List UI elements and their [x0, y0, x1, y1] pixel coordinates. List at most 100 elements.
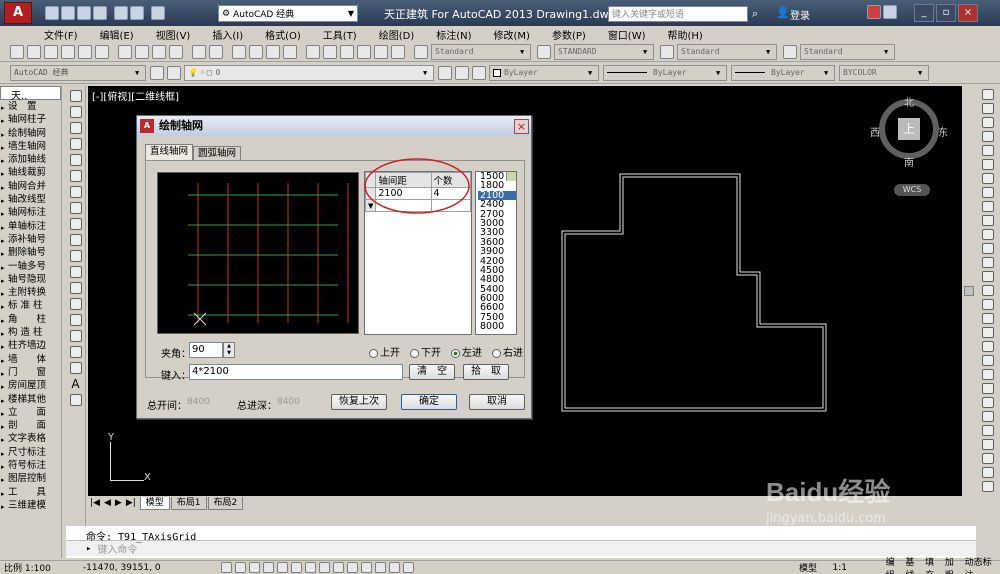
osnap-midpoint-icon[interactable] [982, 355, 994, 366]
rotate-icon[interactable] [982, 173, 994, 184]
polygon-icon[interactable] [69, 138, 82, 150]
osnap-endpoint-icon[interactable] [982, 341, 994, 352]
coordinates-readout[interactable]: -11470, 39151, 0 [73, 563, 221, 573]
login-link[interactable]: 登录 [790, 7, 810, 22]
offset-icon[interactable] [982, 131, 994, 142]
screen-menu-item[interactable]: ▸ 轴网标注 [0, 206, 61, 219]
explode-icon[interactable] [982, 327, 994, 338]
workspace-select[interactable]: AutoCAD 经典 ▼ [10, 64, 146, 81]
pick-button[interactable]: 拾 取 [463, 364, 509, 380]
make-current-icon[interactable] [438, 65, 452, 80]
open-icon[interactable] [27, 44, 41, 59]
menu-edit[interactable]: 编辑(E) [100, 27, 134, 42]
dialog-title[interactable]: 绘制轴网 [137, 116, 531, 136]
screen-menu-item[interactable]: ▸ 图层控制 [0, 472, 61, 485]
status-group[interactable]: 编组 [886, 555, 904, 574]
construction-line-icon[interactable] [69, 106, 82, 118]
screen-menu-item[interactable]: ▸ 轴号隐现 [0, 273, 61, 286]
region-icon[interactable] [69, 346, 82, 358]
screen-menu-item[interactable]: ▸ 楼梯其他 [0, 393, 61, 406]
gear-icon[interactable] [150, 65, 164, 80]
add-selected-icon[interactable] [69, 394, 82, 406]
zoom-previous-icon[interactable] [283, 44, 297, 59]
menu-parametric[interactable]: 参数(P) [552, 27, 586, 42]
radio-upper-open[interactable]: 上开 [369, 344, 400, 359]
command-prompt-icon[interactable]: ▸ [86, 544, 91, 554]
layer-select[interactable]: 💡 ☼ □ 0 ▼ [184, 64, 434, 81]
new-file-icon[interactable] [45, 6, 59, 20]
osnap-settings-icon[interactable] [982, 481, 994, 492]
tab-nav-prev-icon[interactable]: ◀ [104, 498, 111, 508]
menu-modify[interactable]: 修改(M) [494, 27, 530, 42]
compass-north[interactable]: 北 [904, 94, 914, 109]
mleader-style-icon[interactable] [783, 44, 797, 59]
move-icon[interactable] [982, 159, 994, 170]
screen-menu-item[interactable]: ▸ 构 造 柱 [0, 326, 61, 339]
table-style-icon[interactable] [660, 44, 674, 59]
trim-icon[interactable] [982, 215, 994, 226]
zoom-window-icon[interactable] [266, 44, 280, 59]
screen-menu-item[interactable]: ▸ 剖 面 [0, 419, 61, 432]
match-properties-icon[interactable] [169, 44, 183, 59]
hatch-icon[interactable] [69, 314, 82, 326]
angle-input[interactable]: 90 [189, 342, 223, 358]
tab-nav-first-icon[interactable]: |◀ [90, 498, 100, 508]
gradient-icon[interactable] [69, 330, 82, 342]
osnap-nearest-icon[interactable] [982, 453, 994, 464]
redo-icon[interactable] [209, 44, 223, 59]
status-dynamic-dim[interactable]: 动态标注 [965, 555, 1000, 574]
angle-stepper[interactable]: ▲ ▼ [223, 342, 235, 358]
screen-menu-item[interactable]: ▸ 轴改线型 [0, 193, 61, 206]
model-toggle[interactable]: 模型 [799, 561, 832, 574]
copy-object-icon[interactable] [982, 103, 994, 114]
mleader-style-select[interactable]: Standard ▼ [800, 43, 895, 60]
tab-layout2[interactable]: 布局2 [207, 496, 244, 510]
screen-menu-item[interactable]: ▸ 文字表格 [0, 432, 61, 445]
text-style-icon[interactable] [414, 44, 428, 59]
menu-tools[interactable]: 工具(T) [323, 27, 357, 42]
search-input[interactable]: 键入关键字或短语 [608, 6, 748, 22]
menu-window[interactable]: 窗口(W) [608, 27, 646, 42]
line-icon[interactable] [69, 90, 82, 102]
restore-last-button[interactable]: 恢复上次 [331, 394, 387, 410]
osnap-perpendicular-icon[interactable] [982, 425, 994, 436]
spacing-value-list[interactable]: 1500 1800 2100 2400 2700 3000 3300 3600 3900 4200… [475, 171, 517, 335]
layer-previous-icon[interactable] [455, 65, 469, 80]
exchange-icon[interactable] [867, 5, 881, 19]
cancel-button[interactable]: 取消 [469, 394, 525, 410]
radio-left-depth[interactable]: 左进 [451, 344, 482, 359]
status-fill[interactable]: 填充 [925, 555, 943, 574]
save-icon[interactable] [77, 6, 91, 20]
undo-icon[interactable] [130, 6, 144, 20]
circle-icon[interactable] [69, 186, 82, 198]
spacing-table[interactable]: 轴间距 个数 2100 4 ▼ [364, 158, 472, 335]
menu-format[interactable]: 格式(O) [265, 27, 301, 42]
tab-model[interactable]: 模型 [139, 496, 170, 510]
ellipse-arc-icon[interactable] [69, 250, 82, 262]
polyline-icon[interactable] [69, 122, 82, 134]
screen-menu-item[interactable]: ▸ 轴网合并 [0, 180, 61, 193]
screen-menu-item[interactable]: ▸ 立 面 [0, 406, 61, 419]
properties-icon[interactable] [306, 44, 320, 59]
vertical-scrollbar[interactable] [962, 86, 976, 496]
design-center-icon[interactable] [323, 44, 337, 59]
compass-south[interactable]: 南 [904, 154, 914, 169]
revision-cloud-icon[interactable] [69, 202, 82, 214]
blend-icon[interactable] [982, 313, 994, 324]
clear-button[interactable]: 清 空 [409, 364, 455, 380]
spline-icon[interactable] [69, 218, 82, 230]
screen-menu-item[interactable]: ▸ 绘制轴网 [0, 127, 61, 140]
screen-menu-item[interactable]: ▸ 一轴多号 [0, 260, 61, 273]
screen-menu-item[interactable]: ▸ 角 柱 [0, 313, 61, 326]
radio-right-depth[interactable]: 右进 [492, 344, 523, 359]
text-style-select[interactable]: Standard ▼ [431, 43, 531, 60]
screen-menu-item[interactable]: ▸ 删除轴号 [0, 246, 61, 259]
cut-icon[interactable] [118, 44, 132, 59]
plotstyle-select[interactable]: BYCOLOR ▼ [839, 64, 929, 81]
tab-nav-next-icon[interactable]: ▶ [115, 498, 122, 508]
screen-menu-item[interactable]: ▸ 添补轴号 [0, 233, 61, 246]
menu-file[interactable]: 文件(F) [44, 27, 78, 42]
screen-menu-item[interactable]: ▸ 单轴标注 [0, 220, 61, 233]
table-icon[interactable] [69, 362, 82, 374]
minimize-button[interactable]: _ [914, 4, 934, 22]
